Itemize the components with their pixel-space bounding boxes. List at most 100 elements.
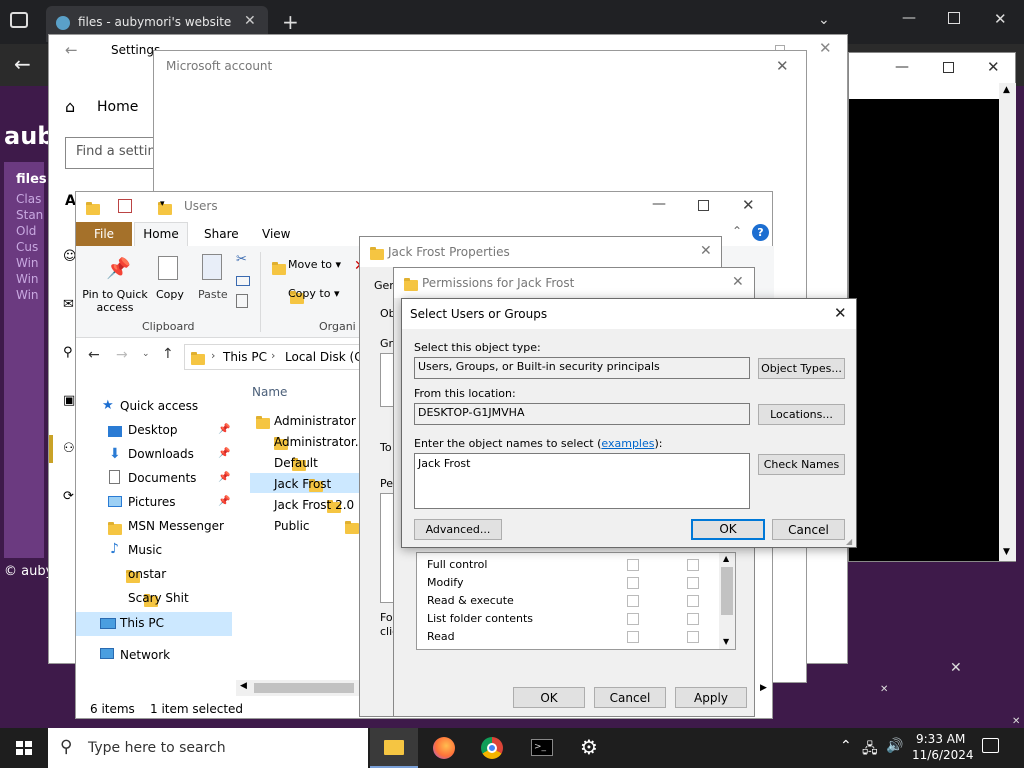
- deny-checkbox[interactable]: [687, 613, 699, 625]
- tab-view[interactable]: View: [262, 227, 290, 241]
- back-arrow-icon[interactable]: ←: [14, 52, 31, 76]
- bg-window-close-icon[interactable]: ✕: [987, 58, 1000, 76]
- taskbar-chrome-button[interactable]: [468, 728, 516, 768]
- nav-network[interactable]: Network: [120, 648, 170, 662]
- clock-time[interactable]: 9:33 AM: [916, 732, 965, 746]
- scroll-down-icon[interactable]: ▼: [723, 637, 729, 646]
- deny-checkbox[interactable]: [687, 559, 699, 571]
- bg-window-maximize-icon[interactable]: [943, 62, 954, 73]
- properties-ok-button[interactable]: OK: [513, 687, 585, 708]
- breadcrumb-sep-icon[interactable]: ›: [271, 349, 275, 362]
- tab-file[interactable]: File: [76, 222, 132, 246]
- file-item[interactable]: Jack Frost: [274, 477, 331, 491]
- nav-item-msn-messenger[interactable]: MSN Messenger: [128, 519, 224, 533]
- taskbar-search-box[interactable]: ⚲ Type here to search: [48, 728, 368, 768]
- page-link[interactable]: Win: [16, 272, 39, 286]
- explorer-minimize-icon[interactable]: —: [652, 196, 666, 212]
- help-icon[interactable]: ?: [752, 224, 769, 241]
- properties-qa-icon[interactable]: [118, 199, 132, 213]
- qa-dropdown-icon[interactable]: ▾: [160, 199, 165, 209]
- tab-actions-icon[interactable]: [10, 12, 28, 28]
- breadcrumb-sep-icon[interactable]: ›: [211, 349, 215, 362]
- group-list[interactable]: [380, 353, 394, 407]
- show-hidden-icons[interactable]: ⌃: [840, 738, 852, 754]
- copy-path-icon[interactable]: [236, 276, 250, 286]
- nav-item-pictures[interactable]: Pictures: [128, 495, 176, 509]
- check-names-button[interactable]: Check Names: [758, 454, 845, 475]
- browser-maximize-icon[interactable]: [948, 12, 960, 24]
- settings-back-icon[interactable]: ←: [65, 41, 78, 59]
- permission-list[interactable]: [380, 493, 394, 603]
- file-item[interactable]: Public: [274, 519, 310, 533]
- nav-up-icon[interactable]: ↑: [162, 346, 174, 362]
- pin-quick-access-button[interactable]: Pin to Quick access: [82, 288, 148, 314]
- scroll-thumb[interactable]: [254, 683, 354, 693]
- permissions-scrollbar[interactable]: ▲ ▼: [719, 553, 735, 649]
- settings-close-icon[interactable]: ✕: [819, 39, 832, 57]
- paste-shortcut-icon[interactable]: [236, 294, 248, 308]
- briefcase-icon[interactable]: ▣: [63, 393, 75, 408]
- msaccount-close-icon[interactable]: ✕: [776, 57, 789, 75]
- tab-share[interactable]: Share: [204, 227, 239, 241]
- column-header-name[interactable]: Name: [252, 385, 287, 399]
- cancel-button[interactable]: Cancel: [772, 519, 845, 540]
- allow-checkbox[interactable]: [627, 613, 639, 625]
- resize-grip-icon[interactable]: ◢: [846, 537, 852, 546]
- bg-window-minimize-icon[interactable]: —: [895, 59, 909, 75]
- breadcrumb-this-pc[interactable]: This PC: [223, 350, 267, 364]
- copy-button[interactable]: Copy: [156, 288, 184, 301]
- start-button[interactable]: [0, 728, 48, 768]
- tab-close-icon[interactable]: ✕: [244, 13, 256, 29]
- object-types-button[interactable]: Object Types...: [758, 358, 845, 379]
- new-tab-button[interactable]: +: [282, 10, 299, 34]
- nav-forward-icon[interactable]: →: [116, 347, 128, 363]
- properties-cancel-button[interactable]: Cancel: [594, 687, 666, 708]
- page-link[interactable]: Old: [16, 224, 36, 238]
- properties-close-icon[interactable]: ✕: [700, 243, 712, 259]
- tab-list-icon[interactable]: ⌄: [818, 12, 830, 28]
- file-item[interactable]: Administrator: [274, 414, 356, 428]
- properties-apply-button[interactable]: Apply: [675, 687, 747, 708]
- nav-item-documents[interactable]: Documents: [128, 471, 196, 485]
- move-to-button[interactable]: Move to ▾: [288, 258, 341, 271]
- page-link[interactable]: Win: [16, 256, 39, 270]
- nav-item-scary-shit[interactable]: Scary Shit: [128, 591, 189, 605]
- taskbar-explorer-button[interactable]: [370, 728, 418, 768]
- permissions-close-icon[interactable]: ✕: [732, 274, 744, 290]
- clock-date[interactable]: 11/6/2024: [912, 748, 974, 762]
- file-item[interactable]: Administrator.DE: [274, 435, 360, 449]
- mail-icon[interactable]: ✉: [63, 297, 74, 312]
- deny-checkbox[interactable]: [687, 595, 699, 607]
- browser-minimize-icon[interactable]: —: [902, 10, 916, 26]
- allow-checkbox[interactable]: [627, 631, 639, 643]
- ok-button[interactable]: OK: [691, 519, 765, 540]
- scroll-down-icon[interactable]: ▼: [1003, 547, 1010, 557]
- taskbar-terminal-button[interactable]: >_: [518, 728, 566, 768]
- ribbon-collapse-icon[interactable]: ⌃: [732, 224, 742, 238]
- allow-checkbox[interactable]: [627, 559, 639, 571]
- notifications-icon[interactable]: [982, 738, 999, 753]
- nav-item-downloads[interactable]: Downloads: [128, 447, 194, 461]
- explorer-close-icon[interactable]: ✕: [742, 196, 755, 214]
- horizontal-scrollbar[interactable]: ◀: [236, 680, 362, 696]
- paste-button[interactable]: Paste: [198, 288, 228, 301]
- settings-search-input[interactable]: Find a setting: [65, 137, 165, 169]
- address-bar[interactable]: › This PC › Local Disk (C:): [184, 344, 371, 370]
- copy-to-button[interactable]: Copy to ▾: [288, 287, 339, 300]
- browser-close-icon[interactable]: ✕: [994, 10, 1007, 28]
- taskbar-firefox-button[interactable]: [420, 728, 468, 768]
- scroll-thumb[interactable]: [721, 567, 733, 615]
- home-icon[interactable]: ⌂: [65, 97, 75, 116]
- advanced-button[interactable]: Advanced...: [414, 519, 502, 540]
- allow-checkbox[interactable]: [627, 595, 639, 607]
- scroll-up-icon[interactable]: ▲: [723, 554, 729, 563]
- page-link[interactable]: Stan: [16, 208, 43, 222]
- scroll-right-icon[interactable]: ▶: [760, 683, 767, 693]
- nav-item-onstar[interactable]: onstar: [128, 567, 166, 581]
- explorer-maximize-icon[interactable]: [698, 200, 709, 211]
- key-icon[interactable]: ⚲: [63, 345, 73, 360]
- nav-this-pc[interactable]: This PC: [120, 616, 164, 630]
- sync-icon[interactable]: ⟳: [63, 489, 74, 504]
- examples-link[interactable]: examples: [601, 437, 654, 450]
- cut-icon[interactable]: ✂: [236, 252, 247, 267]
